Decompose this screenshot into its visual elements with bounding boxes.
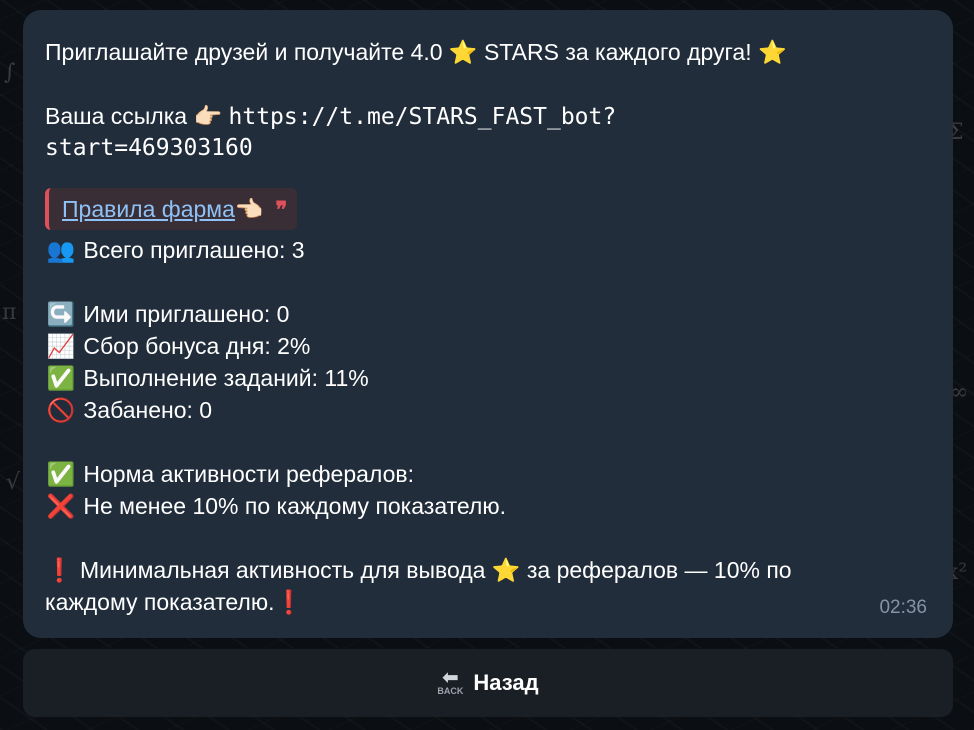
norm-text: Не менее 10% по каждому показателю. xyxy=(83,493,506,519)
back-button-label: Назад xyxy=(473,670,539,695)
farm-rules-link[interactable]: Правила фарма xyxy=(62,196,235,222)
message-bubble: Приглашайте друзей и получайте 4.0 ⭐ STA… xyxy=(23,10,953,638)
stat-banned: 🚫 Забанено: 0 xyxy=(45,394,953,426)
withdraw-warning-line1: ❗ Минимальная активность для вывода ⭐ за… xyxy=(45,557,792,583)
return-arrow-icon: ↪️ xyxy=(46,301,76,327)
stat-text: Всего приглашено: 3 xyxy=(83,237,305,263)
stat-total-invited: 👥 Всего приглашено: 3 xyxy=(45,234,953,266)
referral-link-line: Ваша ссылка 👉🏻 https://t.me/STARS_FAST_b… xyxy=(45,100,953,132)
referral-link-label: Ваша ссылка 👉🏻 xyxy=(45,103,229,129)
stat-text: Выполнение заданий: 11% xyxy=(83,365,369,391)
stat-text: Забанено: 0 xyxy=(83,397,213,423)
norm-requirement: ❌ Не менее 10% по каждому показателю. xyxy=(45,490,953,522)
check-mark-icon: ✅ xyxy=(46,365,76,391)
people-icon: 👥 xyxy=(46,237,76,263)
no-entry-icon: 🚫 xyxy=(46,397,76,423)
withdraw-warning-line2: каждому показателю.❗ xyxy=(45,589,304,615)
back-icon-label: BACK xyxy=(437,686,464,696)
stat-text: Ими приглашено: 0 xyxy=(83,301,290,327)
message-timestamp: 02:36 xyxy=(879,597,927,618)
back-button[interactable]: ⬅ BACK Назад xyxy=(23,649,953,717)
pointing-left-icon: 👈🏻 xyxy=(234,196,264,222)
check-mark-icon: ✅ xyxy=(46,461,76,487)
stat-daily-bonus: 📈 Сбор бонуса дня: 2% xyxy=(45,330,953,362)
farm-rules-quote: Правила фарма👈🏻 ❞ xyxy=(45,188,298,230)
chart-up-icon: 📈 xyxy=(46,333,76,359)
stat-tasks-completed: ✅ Выполнение заданий: 11% xyxy=(45,362,953,394)
back-icon: ⬅ BACK xyxy=(437,667,464,696)
quote-mark-icon: ❞ xyxy=(275,197,288,223)
referral-link-url[interactable]: https://t.me/STARS_FAST_bot? xyxy=(229,104,617,130)
back-arrow-icon: ⬅ xyxy=(441,667,459,689)
referral-link-url-continued[interactable]: start=469303160 xyxy=(45,132,953,164)
stat-text: Сбор бонуса дня: 2% xyxy=(83,333,311,359)
cross-mark-icon: ❌ xyxy=(46,493,76,519)
norm-text: Норма активности рефералов: xyxy=(83,461,415,487)
norm-heading: ✅ Норма активности рефералов: xyxy=(45,458,953,490)
stat-invited-by-them: ↪️ Ими приглашено: 0 xyxy=(45,298,953,330)
invite-promo-text: Приглашайте друзей и получайте 4.0 ⭐ STA… xyxy=(45,39,787,65)
